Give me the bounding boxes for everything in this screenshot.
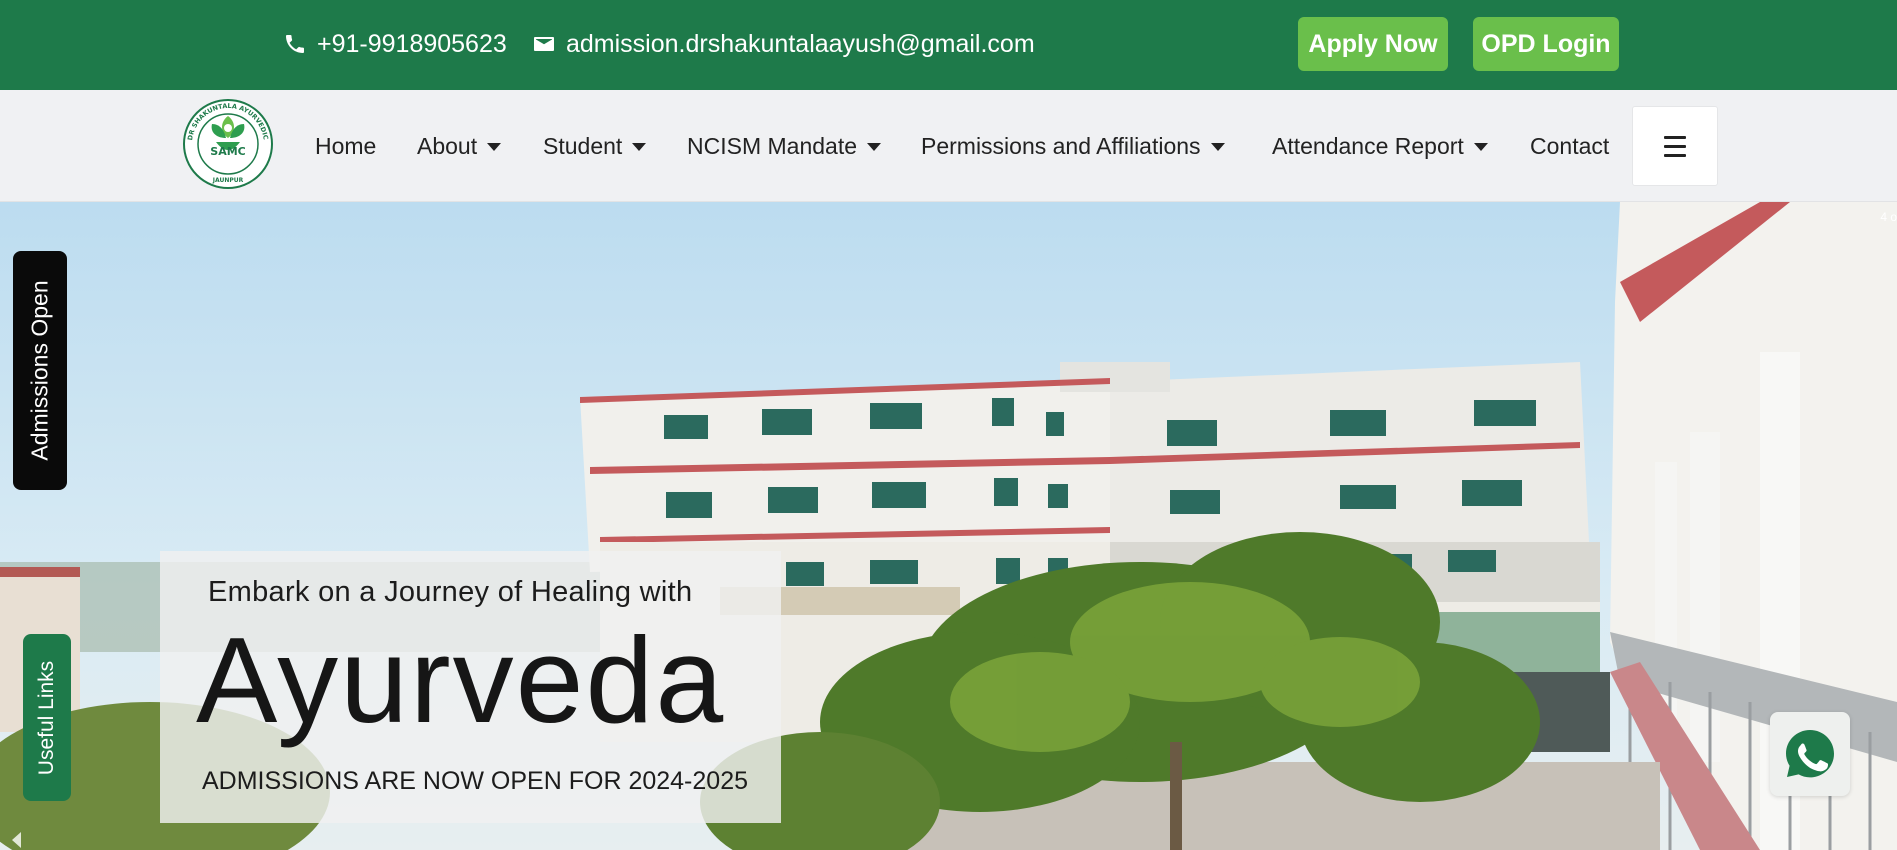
hero-slider: 4 o Embark on a Journey of Healing with … [0, 202, 1897, 850]
nav-contact[interactable]: Contact [1530, 90, 1609, 202]
nav-attendance-report[interactable]: Attendance Report [1272, 90, 1488, 202]
nav-ncism-label: NCISM Mandate [687, 132, 858, 159]
nav-contact-label: Contact [1530, 132, 1610, 159]
email-contact[interactable]: admission.drshakuntalaayush@gmail.com [530, 0, 1035, 88]
nav-attendance-label: Attendance Report [1272, 132, 1464, 159]
nav-permissions-label: Permissions and Affiliations [921, 132, 1201, 159]
apply-now-button[interactable]: Apply Now [1298, 17, 1448, 71]
top-bar: +91-9918905623 admission.drshakuntalaayu… [0, 0, 1897, 90]
email-address: admission.drshakuntalaayush@gmail.com [566, 29, 1035, 58]
nav-about[interactable]: About [417, 90, 502, 202]
nav-student[interactable]: Student [543, 90, 647, 202]
useful-links-label: Useful Links [35, 660, 59, 775]
phone-icon [281, 30, 309, 58]
nav-permissions[interactable]: Permissions and Affiliations [921, 90, 1225, 202]
slide-counter: 4 o [1880, 210, 1897, 224]
chevron-down-icon [1210, 143, 1225, 151]
logo-initials: SAMC [210, 145, 245, 158]
chevron-down-icon [867, 143, 882, 151]
slider-prev-arrow[interactable] [12, 832, 21, 848]
phone-number: +91-9918905623 [317, 29, 507, 58]
logo-city: JAUNPUR [212, 177, 244, 184]
whatsapp-button[interactable] [1770, 712, 1850, 796]
mail-icon [530, 30, 558, 58]
nav-student-label: Student [543, 132, 623, 159]
opd-login-button[interactable]: OPD Login [1473, 17, 1619, 71]
chevron-down-icon [1473, 143, 1488, 151]
chevron-down-icon [632, 143, 647, 151]
hero-caption: Embark on a Journey of Healing with Ayur… [160, 551, 781, 823]
college-logo[interactable]: DR SHAKUNTALA AYURVEDIC MEDICAL COLLEGE … [179, 92, 274, 190]
main-navbar: DR SHAKUNTALA AYURVEDIC MEDICAL COLLEGE … [0, 90, 1897, 202]
nav-ncism-mandate[interactable]: NCISM Mandate [687, 90, 882, 202]
whatsapp-icon [1786, 730, 1834, 778]
admissions-open-tab[interactable]: Admissions Open [13, 251, 67, 490]
useful-links-tab[interactable]: Useful Links [23, 634, 71, 801]
chevron-down-icon [487, 143, 502, 151]
hamburger-menu-button[interactable] [1632, 106, 1718, 186]
hamburger-icon [1664, 135, 1686, 139]
nav-about-label: About [417, 132, 478, 159]
caption-heading: Ayurveda [196, 612, 726, 748]
nav-home-label: Home [315, 132, 377, 159]
caption-admissions: ADMISSIONS ARE NOW OPEN FOR 2024-2025 [202, 767, 748, 795]
caption-tagline: Embark on a Journey of Healing with [208, 576, 693, 608]
nav-home[interactable]: Home [315, 90, 376, 202]
admissions-open-label: Admissions Open [26, 280, 53, 461]
phone-contact[interactable]: +91-9918905623 [281, 0, 507, 88]
